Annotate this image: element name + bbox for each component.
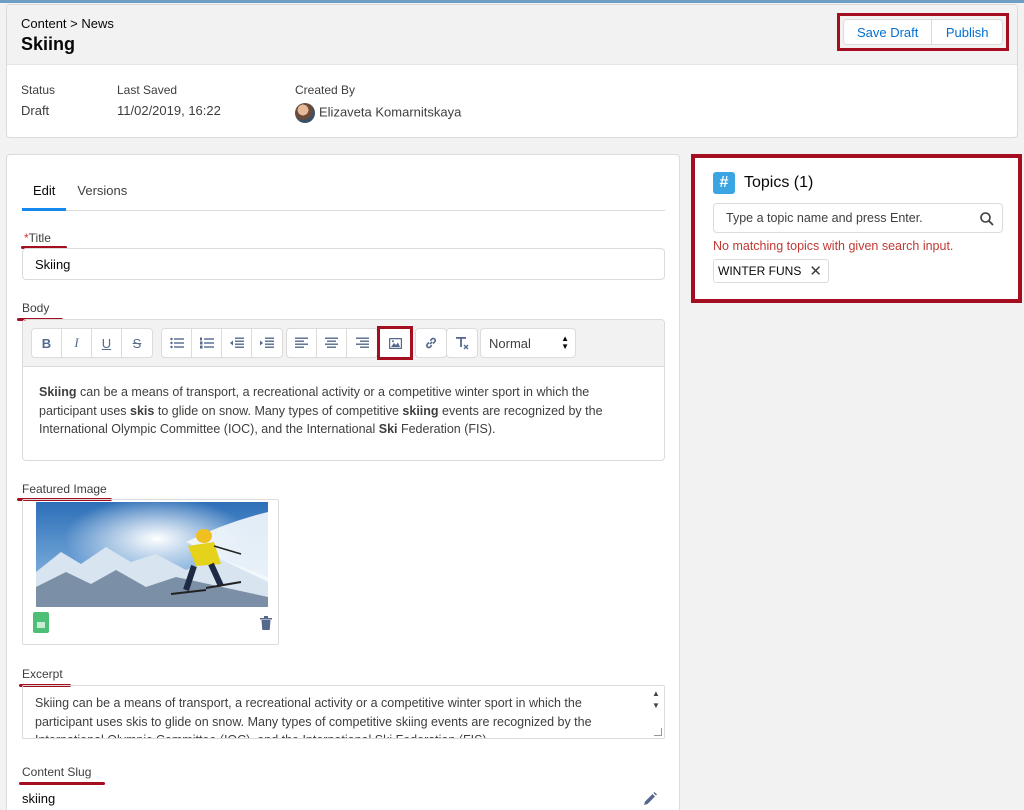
record-header: Content > News Skiing Save Draft Publish… [6,4,1018,138]
text-style-group: B I U S [31,328,153,358]
excerpt-textarea[interactable]: Skiing can be a means of transport, a re… [22,685,665,739]
topic-error-message: No matching topics with given search inp… [713,239,954,253]
action-button-group: Save Draft Publish [837,13,1009,51]
body-bold-4: Ski [378,422,398,436]
title-label-text: Title [28,231,51,245]
title-label: *Title [24,231,51,245]
resize-handle[interactable] [654,728,662,736]
created-by-row: Elizaveta Komarnitskaya [295,103,461,123]
outdent-icon[interactable] [222,329,252,357]
created-by-label: Created By [295,83,356,97]
tab-edit[interactable]: Edit [22,177,67,211]
last-saved-value: 11/02/2019, 16:22 [117,103,221,118]
paragraph-format-select[interactable]: Normal ▲ ▼ [480,328,576,358]
topics-header: # Topics (1) [713,172,813,194]
page-title: Skiing [21,34,76,54]
edit-pencil-icon[interactable] [643,792,657,806]
link-group [415,328,447,358]
topic-input-placeholder: Type a topic name and press Enter. [726,211,923,225]
created-by-value[interactable]: Elizaveta Komarnitskaya [319,104,461,119]
topic-pill: WINTER FUNS ✕ [713,259,829,283]
topics-title: Topics (1) [744,174,814,191]
scrollbar[interactable]: ▲ ▼ [650,688,662,712]
status-label: Status [21,83,56,97]
underline-button[interactable]: U [92,329,122,357]
trash-icon[interactable] [260,616,272,630]
select-arrows-icon: ▲ ▼ [561,334,569,351]
numbered-list-icon[interactable] [192,329,222,357]
body-text-4: Federation (FIS). [397,422,496,436]
title-input[interactable]: Skiing [22,248,665,280]
excerpt-text: Skiing can be a means of transport, a re… [35,696,592,738]
align-left-icon[interactable] [287,329,317,357]
excerpt-label: Excerpt [22,667,63,681]
link-icon[interactable] [416,329,446,357]
image-icon [388,337,402,349]
align-right-icon[interactable] [347,329,377,357]
bullet-list-icon[interactable] [162,329,192,357]
content-editor-card: Edit Versions *Title Skiing Body B I U S [6,154,680,810]
tab-bar: Edit Versions [22,177,665,211]
featured-image-photo[interactable] [36,502,268,607]
hashtag-icon: # [713,172,735,194]
created-by-meta: Created By Elizaveta Komarnitskaya [295,83,461,123]
save-draft-button[interactable]: Save Draft [843,19,933,45]
body-text-2: to glide on snow. Many types of competit… [154,403,403,418]
publish-button[interactable]: Publish [932,19,1003,45]
topic-search-input[interactable]: Type a topic name and press Enter. [713,203,1003,233]
avatar[interactable] [295,103,315,123]
status-value: Draft [21,103,50,118]
last-saved-label: Last Saved [117,83,178,97]
body-label: Body [22,301,50,315]
bold-button[interactable]: B [32,329,62,357]
search-icon[interactable] [980,212,994,226]
clear-formatting-icon[interactable] [447,329,477,357]
slug-highlight-underline [19,782,105,785]
slug-value: skiing [22,791,56,806]
file-image-icon [33,612,49,633]
header-bar: Content > News Skiing Save Draft Publish [7,5,1017,65]
format-select-value: Normal [489,335,531,351]
tab-versions[interactable]: Versions [66,177,138,211]
indent-icon[interactable] [252,329,282,357]
align-center-icon[interactable] [317,329,347,357]
featured-image-box [22,499,279,645]
body-bold-2: skis [130,403,155,418]
body-bold-1: Skiing [39,385,77,399]
rich-text-editor: B I U S Normal ▲ ▼ Skiing can be a means… [22,319,665,461]
clear-format-group [446,328,478,358]
topic-pill-label: WINTER FUNS [718,264,802,278]
body-content[interactable]: Skiing can be a means of transport, a re… [23,367,664,455]
top-accent-line [0,0,1024,3]
body-bold-3: skiing [402,403,439,418]
featured-image-label: Featured Image [22,482,107,496]
remove-topic-icon[interactable]: ✕ [809,262,822,280]
topics-panel: # Topics (1) Type a topic name and press… [691,154,1022,303]
alignment-group [286,328,378,358]
status-meta: Status Draft [21,83,55,118]
last-saved-meta: Last Saved 11/02/2019, 16:22 [117,83,221,118]
strikethrough-button[interactable]: S [122,329,152,357]
insert-image-button[interactable] [377,326,413,360]
italic-button[interactable]: I [62,329,92,357]
slug-label: Content Slug [22,765,92,779]
editor-toolbar: B I U S Normal ▲ ▼ [23,320,664,367]
breadcrumb[interactable]: Content > News [21,16,114,31]
list-indent-group [161,328,283,358]
